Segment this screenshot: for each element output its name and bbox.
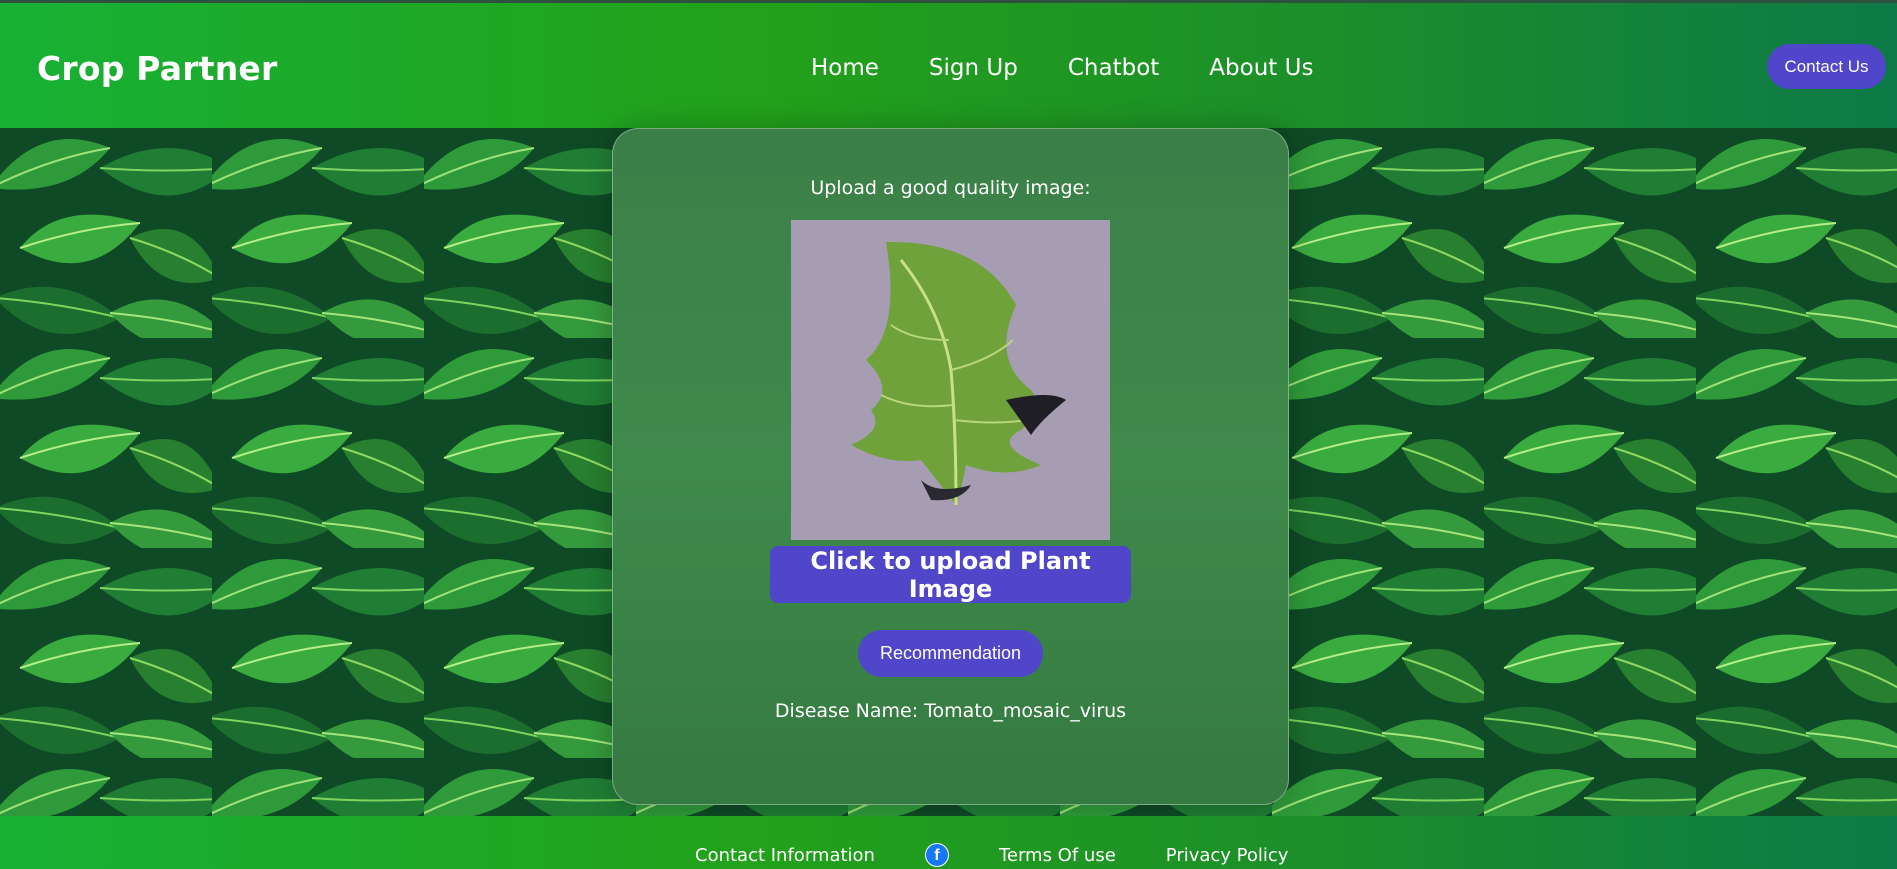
brand-logo[interactable]: Crop Partner — [37, 49, 277, 88]
main-nav: Home Sign Up Chatbot About Us — [811, 55, 1313, 81]
plant-image-preview — [791, 220, 1110, 540]
footer-contact-information[interactable]: Contact Information — [695, 845, 875, 866]
upload-instruction: Upload a good quality image: — [810, 177, 1091, 199]
recommendation-button[interactable]: Recommendation — [858, 630, 1043, 677]
contact-us-button[interactable]: Contact Us — [1767, 44, 1886, 89]
upload-image-button[interactable]: Click to upload Plant Image — [770, 546, 1131, 603]
nav-home[interactable]: Home — [811, 55, 879, 81]
nav-about-us[interactable]: About Us — [1209, 55, 1313, 81]
footer-terms-of-use[interactable]: Terms Of use — [999, 845, 1116, 866]
site-footer: Contact Information f Terms Of use Priva… — [0, 816, 1897, 869]
upload-card: Upload a good quality image: Click to up… — [612, 128, 1289, 805]
disease-result: Disease Name: Tomato_mosaic_virus — [774, 700, 1127, 722]
nav-sign-up[interactable]: Sign Up — [929, 55, 1018, 81]
site-header: Crop Partner Home Sign Up Chatbot About … — [0, 3, 1897, 128]
nav-chatbot[interactable]: Chatbot — [1068, 55, 1159, 81]
footer-links: Contact Information f Terms Of use Priva… — [695, 843, 1288, 867]
footer-privacy-policy[interactable]: Privacy Policy — [1166, 845, 1289, 866]
facebook-icon[interactable]: f — [924, 843, 949, 867]
